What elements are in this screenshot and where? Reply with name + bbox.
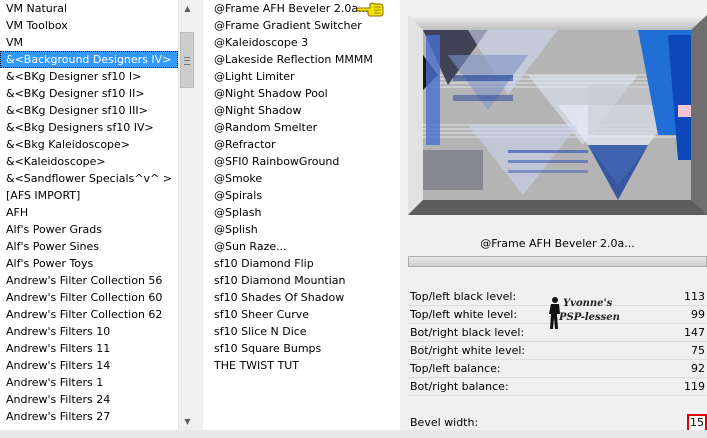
parameter-label: Top/left white level: [410,308,518,321]
filter-list-item[interactable]: @Night Shadow Pool [203,85,381,102]
category-list-item[interactable]: Andrew's Filters 14 [0,357,178,374]
filter-list-item[interactable]: sf10 Slice N Dice [203,323,381,340]
scroll-down-arrow-icon[interactable]: ▼ [179,413,196,430]
parameter-row[interactable]: Bot/right white level: 75 [408,342,707,360]
parameter-label: Top/left black level: [410,290,517,303]
category-list-item[interactable]: VM Natural [0,0,178,17]
filter-list-item[interactable]: @Refractor [203,136,381,153]
category-list-item[interactable]: &<Kaleidoscope> [0,153,178,170]
filter-list[interactable]: @Frame AFH Beveler 2.0a... @Frame Gradien… [203,0,381,374]
parameter-label: Top/left balance: [410,362,501,375]
parameter-value[interactable]: 92 [691,360,705,378]
filter-list-item[interactable]: @Smoke [203,170,381,187]
parameter-value[interactable]: 99 [691,306,705,324]
category-list-item[interactable]: VM Toolbox [0,17,178,34]
filter-list-item[interactable]: THE TWIST TUT [203,357,381,374]
category-list-item[interactable]: Andrew's Filters 11 [0,340,178,357]
category-scrollbar[interactable]: ▲ ▼ [178,0,196,430]
filter-list-item[interactable]: @Lakeside Reflection MMMM [203,51,381,68]
filter-list-item[interactable]: sf10 Shades Of Shadow [203,289,381,306]
category-list-item[interactable]: Andrew's Filter Collection 56 [0,272,178,289]
category-list-item[interactable]: Andrew's Filters 27 [0,408,178,425]
category-list-item[interactable]: &<BKg Designer sf10 I> [0,68,178,85]
category-list-item[interactable]: &<Bkg Designers sf10 IV> [0,119,178,136]
category-list-item[interactable]: Alf's Power Grads [0,221,178,238]
parameter-value[interactable]: 113 [684,288,705,306]
filter-list-item[interactable]: sf10 Diamond Mountian [203,272,381,289]
filter-list-item[interactable]: @Light Limiter [203,68,381,85]
scroll-up-arrow-icon[interactable]: ▲ [179,0,196,17]
category-list-item[interactable]: Andrew's Filter Collection 62 [0,306,178,323]
parameter-row[interactable]: Bot/right balance: 119 [408,378,707,396]
category-list-item[interactable]: Alf's Power Sines [0,238,178,255]
category-list-item[interactable]: Alf's Power Toys [0,255,178,272]
filter-list-item[interactable]: sf10 Sheer Curve [203,306,381,323]
category-list[interactable]: VM Natural VM Toolbox VM &<Background Desig… [0,0,178,425]
parameter-label: Bot/right white level: [410,344,526,357]
filter-list-item[interactable]: @Splash [203,204,381,221]
pointing-hand-icon [356,2,384,17]
filter-list-item[interactable]: @Spirals [203,187,381,204]
filter-list-item[interactable]: @Frame Gradient Switcher [203,17,381,34]
filter-list-item[interactable]: @Splish [203,221,381,238]
filter-list-item[interactable]: @Sun Raze... [203,238,381,255]
category-list-item[interactable]: Andrew's Filters 24 [0,391,178,408]
filter-list-item[interactable]: @Night Shadow [203,102,381,119]
category-list-item[interactable]: VM [0,34,178,51]
category-list-panel: VM Natural VM Toolbox VM &<Background Desig… [0,0,196,430]
category-list-item[interactable]: &<BKg Designer sf10 II> [0,85,178,102]
filter-list-item[interactable]: @SFI0 RainbowGround [203,153,381,170]
category-list-item[interactable]: AFH [0,204,178,221]
parameter-slider-track[interactable] [408,395,707,396]
parameter-value[interactable]: 119 [684,378,705,396]
scrollbar-thumb[interactable] [180,32,194,88]
parameter-row[interactable]: Top/left balance: 92 [408,360,707,378]
progress-bar [408,256,707,267]
parameter-label: Bot/right balance: [410,380,509,393]
category-list-item[interactable]: Andrew's Filters 1 [0,374,178,391]
watermark-line2: PSP-lessen [559,312,620,323]
watermark-logo: Yvonne's PSP-lessen [547,296,620,332]
category-list-item[interactable]: &<BKg Designer sf10 III> [0,102,178,119]
filter-list-item[interactable]: sf10 Diamond Flip [203,255,381,272]
filter-list-item[interactable]: @Frame AFH Beveler 2.0a... [203,0,381,17]
filter-title: @Frame AFH Beveler 2.0a... [480,237,635,250]
category-list-item[interactable]: Andrew's Filters 10 [0,323,178,340]
category-list-item[interactable]: &<Bkg Kaleidoscope> [0,136,178,153]
filter-preview-image [408,15,707,215]
filter-list-item[interactable]: @Random Smelter [203,119,381,136]
filter-list-item[interactable]: @Kaleidoscope 3 [203,34,381,51]
category-list-item[interactable]: [AFS IMPORT] [0,187,178,204]
parameter-value[interactable]: 147 [684,324,705,342]
category-list-item[interactable]: &<Background Designers IV> [0,51,178,68]
bottom-scrollbar[interactable] [0,430,707,438]
parameter-value[interactable]: 75 [691,342,705,360]
watermark-line1: Yvonne's [563,298,613,309]
category-list-item[interactable]: Andrew's Filter Collection 60 [0,289,178,306]
parameter-label: Bot/right black level: [410,326,525,339]
filter-list-panel: @Frame AFH Beveler 2.0a... @Frame Gradien… [203,0,400,430]
category-list-item[interactable]: &<Sandflower Specials^v^ > [0,170,178,187]
filter-list-item[interactable]: sf10 Square Bumps [203,340,381,357]
